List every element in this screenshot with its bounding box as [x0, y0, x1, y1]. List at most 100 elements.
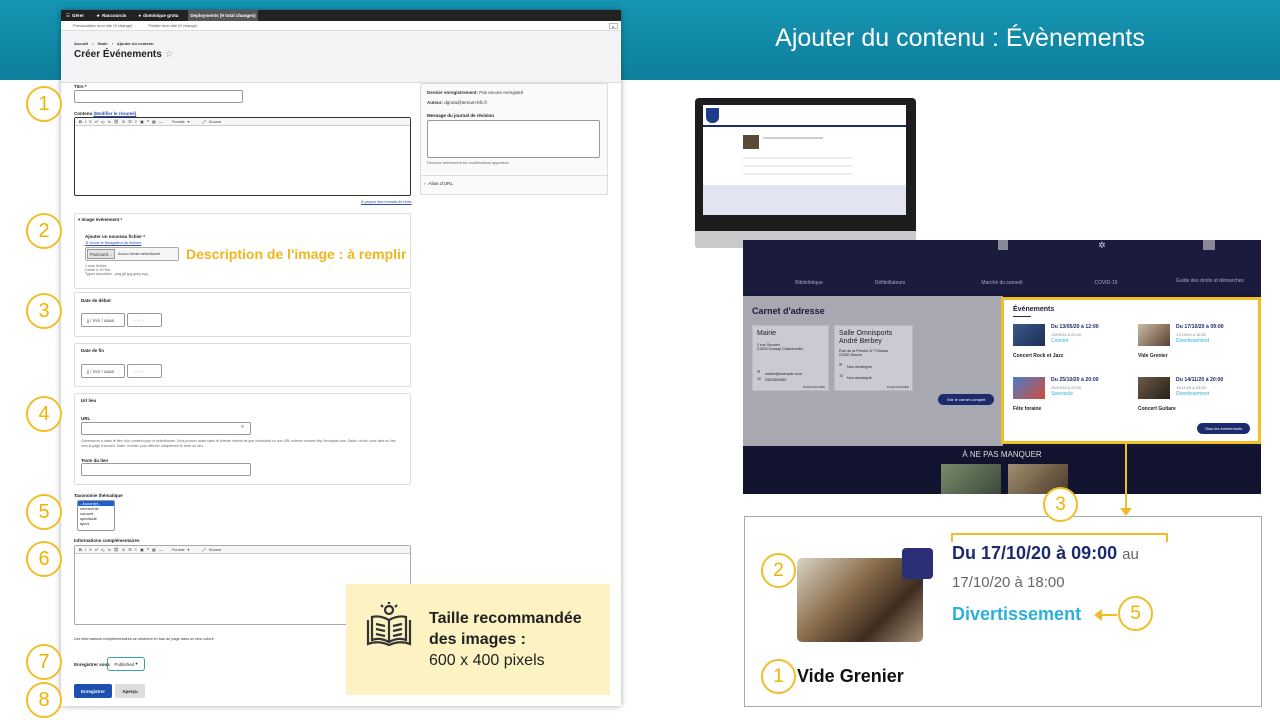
- zoom-event-category[interactable]: Divertissement: [952, 604, 1081, 625]
- italic-icon[interactable]: I: [85, 119, 86, 124]
- toolbar-user[interactable]: ● dominique grota: [136, 10, 180, 21]
- strike-icon[interactable]: S: [89, 119, 92, 124]
- source-button[interactable]: Source: [209, 119, 222, 124]
- browse-button[interactable]: Parcourir...: [87, 249, 115, 259]
- breadcrumb-item[interactable]: Node: [98, 41, 108, 46]
- phone-icon: ☏: [757, 377, 762, 381]
- titre-input[interactable]: [74, 90, 243, 103]
- link-text-input[interactable]: [81, 463, 251, 476]
- preview-button[interactable]: Aperçu: [115, 684, 145, 698]
- revision-help: Décrivez brièvement les modifications ap…: [427, 161, 510, 165]
- toolbar-deployments[interactable]: Deployments (9 total changes): [188, 10, 258, 21]
- arrow-5-line: [1102, 614, 1117, 616]
- image-description-note: Description de l'image : à remplir: [186, 246, 407, 262]
- breadcrumb-item[interactable]: Ajouter du contenu: [117, 41, 154, 46]
- site-nav-item[interactable]: Marché du samedi: [962, 280, 1042, 286]
- zoom-event-date-end: 17/10/20 à 18:00: [952, 574, 1065, 591]
- slide-title: Ajouter du contenu : Évènements: [775, 24, 1145, 52]
- hr-icon[interactable]: ―: [159, 547, 163, 552]
- event-item[interactable]: Du 13/05/20 à 12:00 13/05/20 à 20:00 Con…: [1013, 324, 1133, 364]
- maximize-icon[interactable]: ⤢: [203, 119, 206, 124]
- toolbar-raccourcis[interactable]: ★ Raccourcis: [94, 10, 128, 21]
- event-item[interactable]: Du 14/11/20 à 20:00 14/11/20 à 23:00 Div…: [1138, 377, 1258, 417]
- tip-line-2: des images :: [429, 631, 526, 648]
- bold-icon[interactable]: B: [79, 547, 82, 552]
- time-fin-input[interactable]: --:--:--: [127, 364, 162, 378]
- time-debut-input[interactable]: --:--:--: [127, 313, 162, 327]
- image-icon[interactable]: ▣: [140, 547, 144, 552]
- zoom-circle-3: 3: [1043, 487, 1078, 522]
- image-section-label[interactable]: ▾ Image événement *: [78, 217, 122, 223]
- italic-icon[interactable]: I: [85, 547, 86, 552]
- table-icon[interactable]: ▦: [152, 547, 156, 552]
- event-item[interactable]: Du 17/10/20 à 09:00 17/10/20 à 18:00 Div…: [1138, 324, 1258, 364]
- site-nav: Bibliothèque Défibrillateurs Marché du s…: [743, 240, 1261, 295]
- teaser-image[interactable]: [941, 464, 1001, 494]
- format-select[interactable]: Format: [172, 547, 185, 552]
- clear-format-icon[interactable]: Ix: [108, 119, 111, 124]
- breadcrumb-item[interactable]: Accueil: [74, 41, 88, 46]
- hr-icon[interactable]: ―: [159, 119, 163, 124]
- deploy-subbar: Prévisualiser mon site (9 change) Publie…: [61, 21, 621, 31]
- numbered-list-icon[interactable]: ≡: [135, 119, 137, 124]
- monitor-screen: [703, 105, 906, 215]
- favorite-star-icon[interactable]: ☆: [165, 49, 174, 60]
- numbered-list-icon[interactable]: ≡: [135, 547, 137, 552]
- publish-site-link[interactable]: Publier mon site (9 change): [148, 23, 197, 28]
- edit-summary-link[interactable]: (Modifier le résumé): [94, 111, 137, 116]
- maximize-icon[interactable]: ⤢: [203, 547, 206, 552]
- event-thumbnail: [1138, 377, 1170, 399]
- file-browser-link[interactable]: ⇅ Ouvrir le Navigateur de fichiers: [85, 240, 141, 245]
- step-circle-2: 2: [26, 213, 62, 249]
- unlink-icon[interactable]: ⊘: [122, 119, 125, 124]
- url-input[interactable]: [81, 422, 251, 435]
- site-nav-item[interactable]: COVID-19: [1066, 280, 1146, 286]
- revision-textarea[interactable]: [427, 120, 600, 158]
- save-as-select[interactable]: Published ▾: [107, 657, 145, 671]
- preview-site-link[interactable]: Prévisualiser mon site (9 change): [73, 23, 132, 28]
- table-icon[interactable]: ▦: [152, 119, 156, 124]
- link-icon[interactable]: ⛓: [114, 547, 119, 552]
- carnet-button[interactable]: Voir le carnet complet: [938, 394, 994, 405]
- book-lightbulb-icon: [366, 602, 412, 647]
- image-icon[interactable]: ▣: [140, 119, 144, 124]
- date-fin-input[interactable]: jj / mm / aaaa: [81, 364, 125, 378]
- site-nav-item[interactable]: Bibliothèque: [769, 280, 849, 286]
- event-item[interactable]: Du 25/10/20 à 20:00 25/10/20 à 23:00 Spe…: [1013, 377, 1133, 417]
- website-preview: Bibliothèque Défibrillateurs Marché du s…: [743, 240, 1261, 494]
- subscript-icon[interactable]: x₂: [101, 119, 105, 124]
- clear-format-icon[interactable]: Ix: [108, 547, 111, 552]
- link-icon[interactable]: ⛓: [114, 119, 119, 124]
- contenu-editor[interactable]: [74, 117, 411, 196]
- user-icon: ●: [138, 13, 142, 18]
- editor-toolbar: B I Sx² x₂ Ix ⛓ ⊘ ☰ ≡ ▣ ❝ ▦ ― Format ▾ ⤢ Source: [75, 118, 410, 126]
- site-nav-item[interactable]: Guide des droits et démarches: [1170, 278, 1250, 284]
- quote-icon[interactable]: ❝: [147, 547, 149, 552]
- url-alias-toggle[interactable]: › Alias d'URL: [424, 182, 453, 187]
- taxonomy-option[interactable]: sport: [78, 521, 114, 526]
- quote-icon[interactable]: ❝: [147, 119, 149, 124]
- date-debut-input[interactable]: jj / mm / aaaa: [81, 313, 125, 327]
- toolbar-gerer[interactable]: ☰ Gérer: [64, 10, 86, 21]
- site-nav-item[interactable]: Défibrillateurs: [850, 280, 930, 286]
- subscript-icon[interactable]: x₂: [101, 547, 105, 552]
- page-title: Créer Événements ☆: [74, 49, 174, 60]
- taxonomy-select[interactable]: - Aucun(e) - ceremonie concert spectacle…: [77, 500, 115, 531]
- superscript-icon[interactable]: x²: [95, 547, 98, 552]
- text-formats-link[interactable]: À propos des formats de texte: [361, 200, 412, 204]
- page-header: Accueil › Node › Ajouter du contenu Créer …: [61, 31, 621, 83]
- source-button[interactable]: Source: [209, 547, 222, 552]
- unlink-icon[interactable]: ⊘: [122, 547, 125, 552]
- save-button[interactable]: Enregistrer: [74, 684, 112, 698]
- bullet-list-icon[interactable]: ☰: [128, 547, 132, 552]
- bold-icon[interactable]: B: [79, 119, 82, 124]
- collapse-icon[interactable]: ▸: [609, 22, 618, 29]
- format-select[interactable]: Format: [172, 119, 185, 124]
- bullet-list-icon[interactable]: ☰: [128, 119, 132, 124]
- event-thumbnail: [1013, 377, 1045, 399]
- strike-icon[interactable]: S: [89, 547, 92, 552]
- all-events-button[interactable]: Tous les événements: [1197, 423, 1250, 434]
- superscript-icon[interactable]: x²: [95, 119, 98, 124]
- info-editor-toolbar: B I Sx² x₂ Ix ⛓ ⊘ ☰ ≡ ▣ ❝ ▦ ― Format ▾ ⤢ Source: [75, 546, 410, 554]
- url-lieu-label: Url lieu: [81, 398, 97, 403]
